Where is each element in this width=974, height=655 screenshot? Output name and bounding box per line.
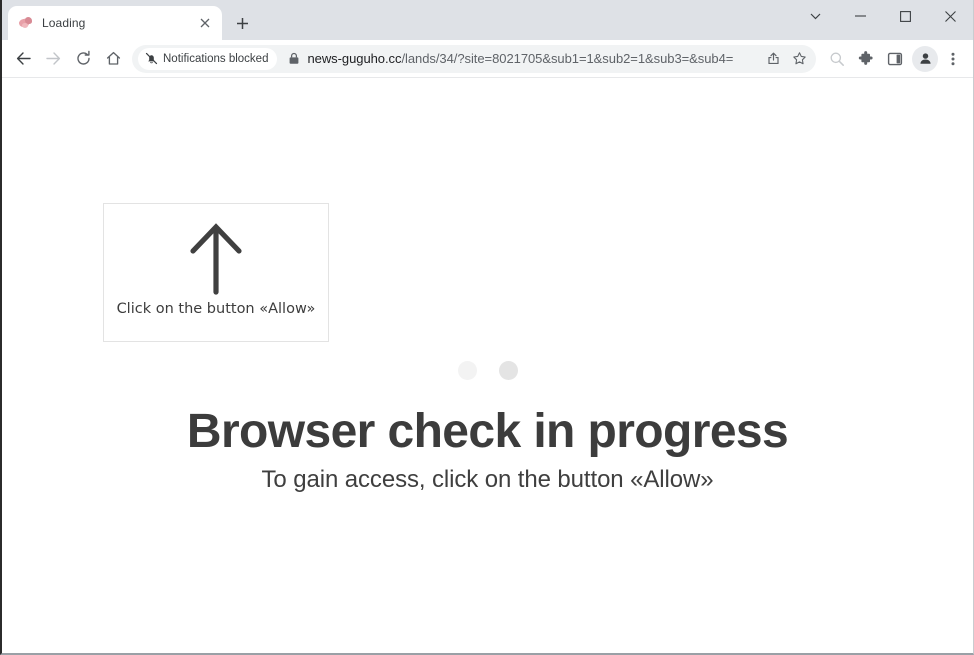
maximize-icon xyxy=(900,10,911,22)
extensions-icon[interactable] xyxy=(852,45,880,73)
url-host: news-guguho.cc xyxy=(307,51,402,66)
loading-dot xyxy=(498,361,518,380)
plus-icon xyxy=(236,17,248,29)
reload-button[interactable] xyxy=(68,44,98,74)
close-tab-icon[interactable] xyxy=(196,14,214,32)
lock-icon xyxy=(290,52,299,64)
url-text: news-guguho.cc/lands/34/?site=8021705&su… xyxy=(307,51,760,66)
profile-avatar[interactable] xyxy=(912,45,938,72)
loading-dot xyxy=(457,361,477,380)
home-icon xyxy=(106,51,120,65)
chevron-down-icon xyxy=(810,13,821,19)
minimize-button[interactable] xyxy=(838,0,883,32)
tab-search-button[interactable] xyxy=(793,0,838,32)
browser-tab[interactable]: Loading xyxy=(8,6,222,40)
forward-button[interactable] xyxy=(38,44,68,74)
bell-slash-icon xyxy=(145,52,158,65)
allow-instruction-box: Click on the button «Allow» xyxy=(103,203,329,342)
tab-strip: Loading xyxy=(2,0,973,40)
notifications-blocked-label: Notifications blocked xyxy=(163,52,269,65)
arrow-left-icon xyxy=(16,52,31,65)
page-title: Browser check in progress xyxy=(186,405,789,458)
chrome-menu-icon[interactable] xyxy=(939,45,967,73)
close-icon xyxy=(945,10,956,22)
side-panel-icon[interactable] xyxy=(881,45,909,73)
tab-title: Loading xyxy=(42,16,86,30)
back-button[interactable] xyxy=(8,44,38,74)
loading-indicator xyxy=(2,361,973,380)
home-button[interactable] xyxy=(98,44,128,74)
maximize-button[interactable] xyxy=(883,0,928,32)
site-favicon xyxy=(18,15,34,31)
search-icon[interactable] xyxy=(823,45,851,73)
window-controls xyxy=(793,0,973,32)
reload-icon xyxy=(76,50,90,65)
new-tab-button[interactable] xyxy=(228,9,256,37)
allow-instruction-caption: Click on the button «Allow» xyxy=(116,301,316,317)
address-bar[interactable]: Notifications blocked news-guguho.cc/lan… xyxy=(132,44,816,73)
close-window-button[interactable] xyxy=(928,0,973,32)
share-icon[interactable] xyxy=(760,46,786,72)
minimize-icon xyxy=(855,15,866,17)
omnibox-actions xyxy=(760,46,812,72)
notifications-blocked-chip[interactable]: Notifications blocked xyxy=(138,47,278,70)
browser-toolbar: Notifications blocked news-guguho.cc/lan… xyxy=(2,40,973,78)
url-path: /lands/34/?site=8021705&sub1=1&sub2=1&su… xyxy=(401,51,734,66)
site-security-indicator[interactable] xyxy=(281,52,307,65)
person-icon xyxy=(919,53,931,64)
page-subtitle: To gain access, click on the button «All… xyxy=(261,466,714,493)
bookmark-star-icon[interactable] xyxy=(786,46,812,72)
arrow-right-icon xyxy=(45,52,60,65)
browser-window: Loading Notifications blocked news-guguh… xyxy=(0,0,974,655)
page-content: Click on the button «Allow» Browser chec… xyxy=(2,78,973,653)
arrow-up-icon xyxy=(190,223,242,295)
